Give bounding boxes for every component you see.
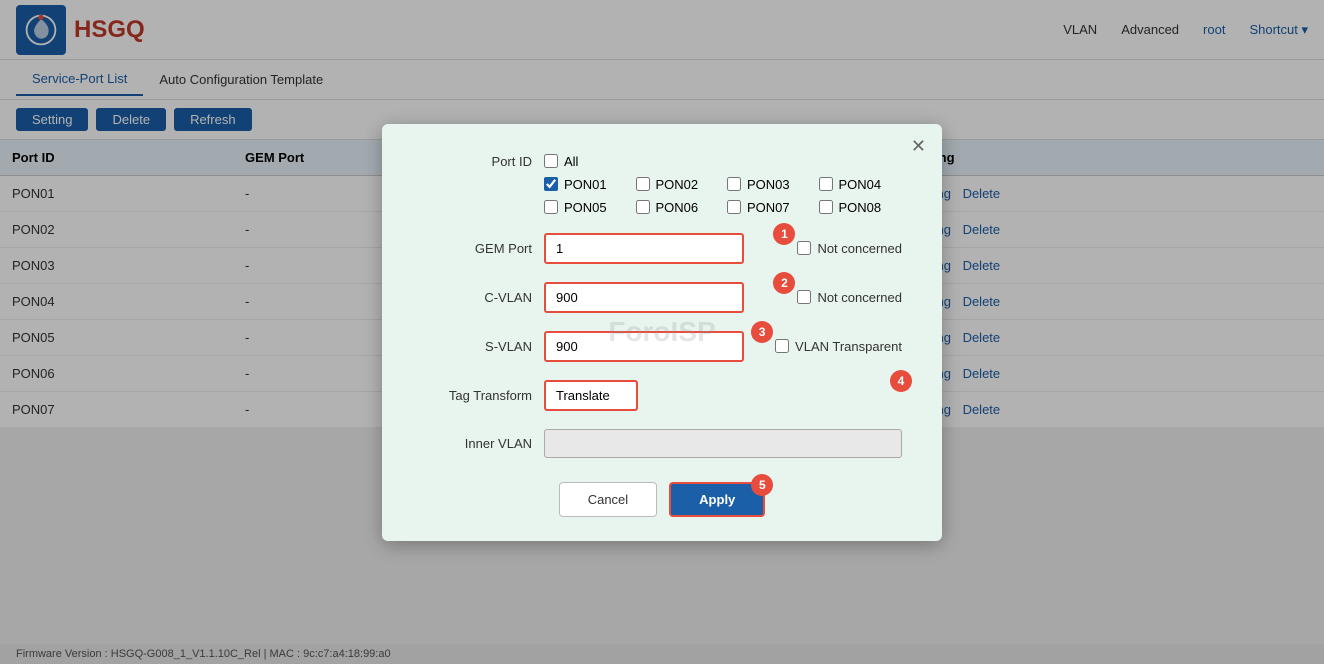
modal-overlay: ForoISP ✕ Port ID All PON01 PON02 PON03 … (0, 0, 1324, 664)
pon-label: PON08 (839, 200, 882, 215)
inner-vlan-row: Inner VLAN (422, 429, 902, 458)
pon-item: PON06 (636, 200, 720, 215)
svlan-transparent-checkbox[interactable] (775, 339, 789, 353)
pon-label: PON05 (564, 200, 607, 215)
cvlan-row: C-VLAN 2 Not concerned (422, 282, 902, 313)
pon-label: PON03 (747, 177, 790, 192)
port-id-row: Port ID All (422, 154, 902, 169)
gem-port-input[interactable] (544, 233, 744, 264)
gem-not-concerned-text: Not concerned (817, 241, 902, 256)
tag-transform-wrapper: 4 TranslateAddRemoveTransparent (544, 380, 902, 411)
pon-checkbox[interactable] (819, 177, 833, 191)
modal-footer: Cancel Apply 5 (422, 482, 902, 517)
tag-transform-row: Tag Transform 4 TranslateAddRemoveTransp… (422, 380, 902, 411)
apply-button[interactable]: Apply 5 (669, 482, 765, 517)
pon-checkbox[interactable] (727, 200, 741, 214)
pon-label: PON01 (564, 177, 607, 192)
pon-grid: PON01 PON02 PON03 PON04 PON05 PON06 PON0… (544, 177, 902, 215)
pon-item: PON05 (544, 200, 628, 215)
modal-close-button[interactable]: ✕ (911, 136, 926, 157)
pon-checkbox[interactable] (636, 177, 650, 191)
cvlan-wrapper: 2 (544, 282, 785, 313)
pon-checkbox[interactable] (727, 177, 741, 191)
inner-vlan-input[interactable] (544, 429, 902, 458)
tag-transform-label: Tag Transform (422, 388, 532, 403)
cvlan-not-concerned-text: Not concerned (817, 290, 902, 305)
cancel-button[interactable]: Cancel (559, 482, 657, 517)
pon-label: PON04 (839, 177, 882, 192)
gem-not-concerned-checkbox[interactable] (797, 241, 811, 255)
pon-item: PON07 (727, 200, 811, 215)
all-text: All (564, 154, 578, 169)
pon-checkbox[interactable] (636, 200, 650, 214)
svlan-transparent-label[interactable]: VLAN Transparent (775, 339, 902, 354)
all-checkbox[interactable] (544, 154, 558, 168)
pon-item: PON08 (819, 200, 903, 215)
port-id-section: Port ID All PON01 PON02 PON03 PON04 PON0… (422, 154, 902, 215)
pon-checkbox[interactable] (544, 200, 558, 214)
svlan-transparent-text: VLAN Transparent (795, 339, 902, 354)
pon-label: PON02 (656, 177, 699, 192)
port-id-label: Port ID (422, 154, 532, 169)
inner-vlan-label: Inner VLAN (422, 436, 532, 451)
gem-port-wrapper: 1 (544, 233, 785, 264)
gem-port-badge: 1 (773, 223, 795, 245)
svlan-label: S-VLAN (422, 339, 532, 354)
cvlan-badge: 2 (773, 272, 795, 294)
svlan-row: S-VLAN 3 VLAN Transparent (422, 331, 902, 362)
pon-item: PON04 (819, 177, 903, 192)
gem-not-concerned-label[interactable]: Not concerned (797, 241, 902, 256)
cvlan-input[interactable] (544, 282, 744, 313)
tag-transform-select[interactable]: TranslateAddRemoveTransparent (544, 380, 638, 411)
tag-transform-badge: 4 (890, 370, 912, 392)
modal: ForoISP ✕ Port ID All PON01 PON02 PON03 … (382, 124, 942, 541)
cvlan-not-concerned-label[interactable]: Not concerned (797, 290, 902, 305)
pon-item: PON03 (727, 177, 811, 192)
apply-badge: 5 (751, 474, 773, 496)
svlan-wrapper: 3 (544, 331, 763, 362)
svlan-input[interactable] (544, 331, 744, 362)
cvlan-not-concerned-checkbox[interactable] (797, 290, 811, 304)
pon-checkbox[interactable] (819, 200, 833, 214)
cvlan-label: C-VLAN (422, 290, 532, 305)
all-check-label[interactable]: All (544, 154, 578, 169)
pon-item: PON01 (544, 177, 628, 192)
pon-item: PON02 (636, 177, 720, 192)
svlan-badge: 3 (751, 321, 773, 343)
pon-label: PON07 (747, 200, 790, 215)
pon-checkbox[interactable] (544, 177, 558, 191)
gem-port-label: GEM Port (422, 241, 532, 256)
pon-label: PON06 (656, 200, 699, 215)
gem-port-row: GEM Port 1 Not concerned (422, 233, 902, 264)
